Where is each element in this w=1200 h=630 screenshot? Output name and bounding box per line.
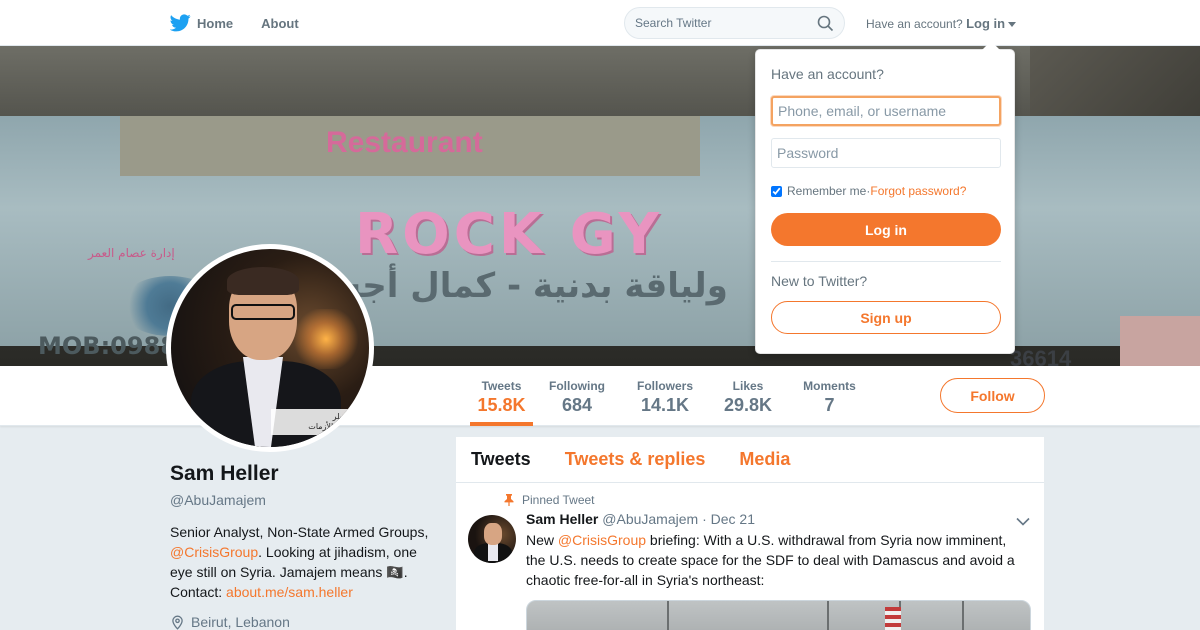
nav-home-label: Home xyxy=(197,15,234,31)
password-input[interactable] xyxy=(771,138,1001,168)
media-pole xyxy=(827,601,829,630)
username-input[interactable] xyxy=(771,96,1001,126)
stat-label: Followers xyxy=(636,379,693,393)
have-account-text: Have an account? xyxy=(866,17,963,31)
avatar-image: سام هيلر مجموعة الأزمات xyxy=(171,249,369,447)
avatar-hair xyxy=(227,267,299,295)
pinned-indicator: Pinned Tweet xyxy=(504,493,1029,507)
tweet-date[interactable]: · Dec 21 xyxy=(702,511,755,527)
media-pole xyxy=(667,601,669,630)
tab-media[interactable]: Media xyxy=(739,449,790,470)
bio-text: Senior Analyst, Non-State Armed Groups, xyxy=(170,524,429,540)
tab-tweets[interactable]: Tweets xyxy=(471,449,531,470)
remember-checkbox[interactable] xyxy=(771,185,782,197)
top-navigation: Home About Have an account? Log in xyxy=(0,0,1200,46)
tweet-author-name[interactable]: Sam Heller xyxy=(526,511,598,527)
stat-label: Moments xyxy=(803,379,856,393)
follow-button[interactable]: Follow xyxy=(940,378,1045,413)
bio-contact-link[interactable]: about.me/sam.heller xyxy=(226,584,353,600)
location-text: Beirut, Lebanon xyxy=(191,614,290,630)
media-pole xyxy=(962,601,964,630)
login-dropdown-toggle[interactable]: Log in xyxy=(966,16,1017,31)
login-link-label: Log in xyxy=(966,16,1006,31)
stat-following[interactable]: Following 684 xyxy=(548,366,606,426)
nav-left: Home About xyxy=(170,0,327,46)
nav-home[interactable]: Home xyxy=(170,14,233,32)
avatar-caption-org: مجموعة الأزمات xyxy=(308,422,363,431)
pirate-flag-icon: 🏴‍☠️ xyxy=(386,564,404,580)
remember-label[interactable]: Remember me xyxy=(787,184,866,198)
tweet-header: Sam Heller @AbuJamajem · Dec 21 xyxy=(526,511,1029,527)
dropdown-divider xyxy=(771,261,1001,262)
stat-value: 15.8K xyxy=(477,395,526,415)
timeline: Tweets Tweets & replies Media Pinned Twe… xyxy=(456,437,1044,630)
tweet-text-part: New xyxy=(526,532,558,548)
tweet-mention-link[interactable]: @CrisisGroup xyxy=(558,532,646,548)
tweet-media[interactable] xyxy=(526,600,1031,630)
login-dropdown-title: Have an account? xyxy=(771,66,884,82)
stat-value: 29.8K xyxy=(723,395,773,415)
stat-followers[interactable]: Followers 14.1K xyxy=(636,366,694,426)
search-input[interactable] xyxy=(635,16,805,30)
tweet-text: New @CrisisGroup briefing: With a U.S. w… xyxy=(526,530,1029,590)
pinned-label: Pinned Tweet xyxy=(522,493,595,507)
stat-value: 684 xyxy=(561,395,593,415)
chevron-down-icon xyxy=(1008,22,1017,28)
login-button[interactable]: Log in xyxy=(771,213,1001,246)
profile-handle[interactable]: @AbuJamajem xyxy=(170,492,440,508)
sign-mob-text: MOB:0988 xyxy=(38,332,177,360)
have-account-area: Have an account? Log in xyxy=(866,16,1017,31)
media-flag xyxy=(885,607,901,630)
profile-location: Beirut, Lebanon xyxy=(170,614,440,630)
location-icon xyxy=(172,615,183,630)
timeline-tabs: Tweets Tweets & replies Media xyxy=(456,437,1044,483)
tweet-avatar-face xyxy=(484,523,502,545)
sign-right-panel: SP xyxy=(1120,316,1200,366)
avatar-glasses xyxy=(231,304,295,320)
nav-about-label: About xyxy=(261,15,299,31)
stat-likes[interactable]: Likes 29.8K xyxy=(722,366,774,426)
stat-moments[interactable]: Moments 7 xyxy=(802,366,857,426)
stat-label: Likes xyxy=(732,379,764,393)
sign-small-arabic-text: إدارة عصام العمر xyxy=(88,246,175,260)
chevron-down-icon[interactable] xyxy=(1016,517,1030,526)
twitter-bird-icon xyxy=(170,14,191,32)
login-dropdown: Have an account? Remember me · Forgot pa… xyxy=(755,41,1015,354)
signup-button[interactable]: Sign up xyxy=(771,301,1001,334)
profile-bio: Senior Analyst, Non-State Armed Groups, … xyxy=(170,522,440,602)
tweet-avatar[interactable] xyxy=(468,515,516,563)
avatar[interactable]: سام هيلر مجموعة الأزمات xyxy=(166,244,374,452)
stat-value: 7 xyxy=(824,395,835,415)
avatar-caption-name: سام هيلر xyxy=(332,412,363,421)
stat-value: 14.1K xyxy=(640,395,690,415)
tweet-author-handle[interactable]: @AbuJamajem xyxy=(602,511,698,527)
new-to-twitter-text: New to Twitter? xyxy=(771,273,868,289)
stat-tweets[interactable]: Tweets 15.8K xyxy=(470,366,533,426)
pin-icon xyxy=(504,494,514,506)
sign-restaurant-text: Restaurant xyxy=(326,126,483,159)
profile-card: Sam Heller @AbuJamajem Senior Analyst, N… xyxy=(170,462,440,630)
search-box[interactable] xyxy=(624,7,845,39)
stat-label: Tweets xyxy=(481,379,522,393)
profile-name[interactable]: Sam Heller xyxy=(170,462,440,486)
tab-tweets-replies[interactable]: Tweets & replies xyxy=(565,449,706,470)
remember-row: Remember me · Forgot password? xyxy=(771,184,966,198)
tweet-avatar-shirt xyxy=(488,543,498,561)
stat-label: Following xyxy=(549,379,605,393)
bio-mention-link[interactable]: @CrisisGroup xyxy=(170,544,258,560)
avatar-caption: سام هيلر مجموعة الأزمات xyxy=(271,409,369,435)
sign-right-text: 36614 xyxy=(1010,346,1072,366)
search-icon[interactable] xyxy=(817,15,834,32)
sign-rock-text: ROCK GY xyxy=(355,202,663,267)
nav-about[interactable]: About xyxy=(261,16,299,31)
forgot-password-link[interactable]: Forgot password? xyxy=(870,184,966,198)
tweet[interactable]: Pinned Tweet Sam Heller @AbuJamajem · De… xyxy=(456,483,1044,630)
